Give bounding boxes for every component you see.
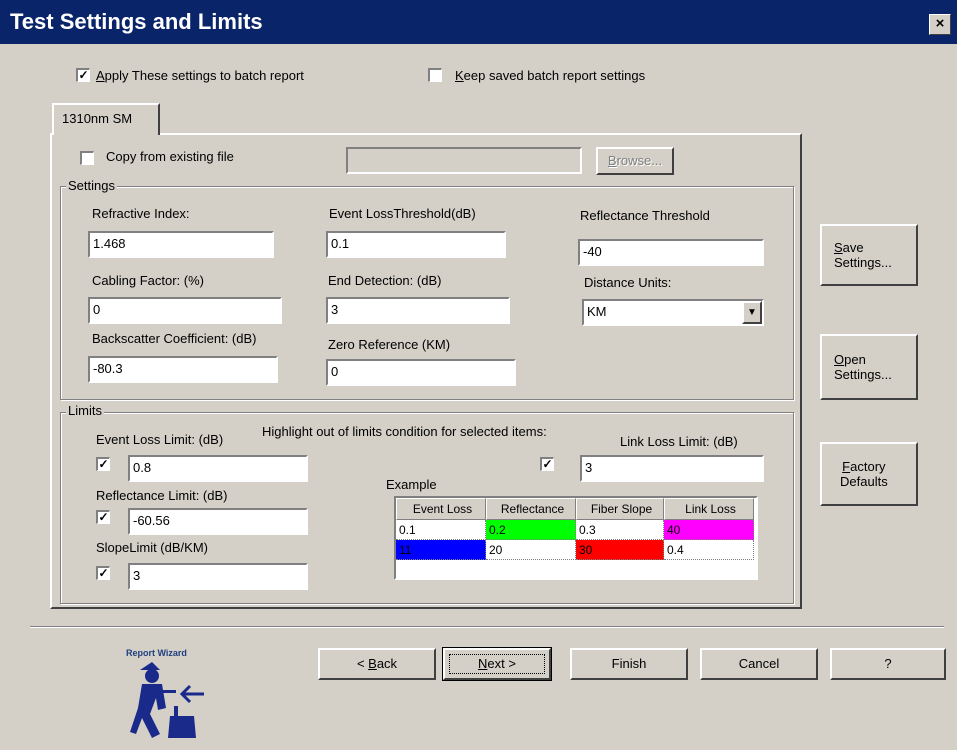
keep-saved-label[interactable]: Keep saved batch report settings [455, 68, 645, 83]
example-header: Fiber Slope [576, 498, 664, 520]
reflectance-threshold-input[interactable]: -40 [578, 239, 764, 266]
cabling-factor-input[interactable]: 0 [88, 297, 282, 324]
refractive-index-input[interactable]: 1.468 [88, 231, 274, 258]
footer-separator [30, 626, 944, 628]
example-table: Event Loss Reflectance Fiber Slope Link … [394, 496, 758, 580]
highlight-instructions: Highlight out of limits condition for se… [262, 424, 547, 439]
report-wizard-label: Report Wizard [126, 648, 187, 658]
check-mark-icon: ✓ [78, 68, 89, 82]
zero-reference-input[interactable]: 0 [326, 359, 516, 386]
window-title: Test Settings and Limits [10, 9, 263, 34]
refractive-index-label: Refractive Index: [92, 206, 190, 221]
copy-from-file-label[interactable]: Copy from existing file [106, 149, 234, 164]
close-button[interactable]: × [929, 14, 951, 35]
back-button[interactable]: < Back [318, 648, 436, 680]
example-cell: 0.3 [576, 520, 664, 540]
save-settings-button[interactable]: Save Settings... [820, 224, 918, 286]
cabling-factor-label: Cabling Factor: (%) [92, 273, 204, 288]
zero-reference-label: Zero Reference (KM) [328, 337, 451, 352]
event-loss-limit-label: Event Loss Limit: (dB) [96, 432, 224, 447]
link-loss-limit-input[interactable]: 3 [580, 455, 764, 482]
check-mark-icon: ✓ [542, 457, 553, 471]
check-mark-icon: ✓ [98, 510, 109, 524]
end-detection-label: End Detection: (dB) [328, 273, 442, 288]
example-cell: 0.1 [396, 520, 486, 540]
example-label: Example [386, 477, 437, 492]
example-cell: 20 [486, 540, 576, 560]
report-wizard-logo: Report Wizard [126, 648, 212, 744]
reflectance-threshold-label: Reflectance Threshold [580, 208, 710, 223]
example-cell: 11 [396, 540, 486, 560]
end-detection-input[interactable]: 3 [326, 297, 510, 324]
browse-button[interactable]: Browse... [596, 147, 674, 175]
example-cell: 0.4 [664, 540, 754, 560]
slope-limit-input[interactable]: 3 [128, 563, 308, 590]
link-loss-limit-checkbox[interactable]: ✓ [540, 457, 554, 471]
slope-limit-checkbox[interactable]: ✓ [96, 566, 110, 580]
copy-from-file-checkbox[interactable] [80, 151, 94, 165]
distance-units-label: Distance Units: [584, 275, 672, 290]
event-loss-limit-input[interactable]: 0.8 [128, 455, 308, 482]
event-loss-threshold-label: Event LossThreshold(dB) [329, 206, 476, 221]
example-cell: 0.2 [486, 520, 576, 540]
apply-batch-label[interactable]: Apply These settings to batch report [96, 68, 304, 83]
help-button[interactable]: ? [830, 648, 946, 680]
finish-button[interactable]: Finish [570, 648, 688, 680]
example-header: Reflectance [486, 498, 576, 520]
next-button-label: Next > [449, 654, 545, 674]
reflectance-limit-label: Reflectance Limit: (dB) [96, 488, 228, 503]
open-settings-button[interactable]: Open Settings... [820, 334, 918, 400]
keep-saved-checkbox[interactable] [428, 68, 442, 82]
close-icon: × [935, 15, 945, 32]
apply-batch-checkbox[interactable]: ✓ [76, 68, 90, 82]
example-header: Link Loss [664, 498, 754, 520]
reflectance-limit-input[interactable]: -60.56 [128, 508, 308, 535]
factory-defaults-button[interactable]: Factory Defaults [820, 442, 918, 506]
distance-units-select[interactable]: KM ▼ [582, 299, 764, 326]
backscatter-label: Backscatter Coefficient: (dB) [92, 331, 257, 346]
backscatter-input[interactable]: -80.3 [88, 356, 278, 383]
slope-limit-label: SlopeLimit (dB/KM) [96, 540, 208, 555]
tab-label: 1310nm SM [62, 111, 133, 126]
dialog-window: Test Settings and Limits × ✓ Apply These… [0, 0, 961, 750]
cancel-button[interactable]: Cancel [700, 648, 818, 680]
example-cell: 30 [576, 540, 664, 560]
link-loss-limit-label: Link Loss Limit: (dB) [620, 434, 738, 449]
file-path-field[interactable] [346, 147, 582, 174]
event-loss-limit-checkbox[interactable]: ✓ [96, 457, 110, 471]
limits-group-label: Limits [66, 403, 104, 418]
check-mark-icon: ✓ [98, 566, 109, 580]
example-header: Event Loss [396, 498, 486, 520]
settings-group-label: Settings [66, 178, 117, 193]
next-button[interactable]: Next > [442, 647, 552, 681]
check-mark-icon: ✓ [98, 457, 109, 471]
wizard-figure-icon [130, 662, 204, 738]
dropdown-arrow-icon[interactable]: ▼ [742, 301, 762, 324]
title-bar[interactable]: Test Settings and Limits × [0, 0, 957, 44]
tab-1310nm-sm[interactable]: 1310nm SM [52, 103, 160, 135]
reflectance-limit-checkbox[interactable]: ✓ [96, 510, 110, 524]
event-loss-threshold-input[interactable]: 0.1 [326, 231, 506, 258]
distance-units-value: KM [587, 304, 607, 319]
example-cell: 40 [664, 520, 754, 540]
